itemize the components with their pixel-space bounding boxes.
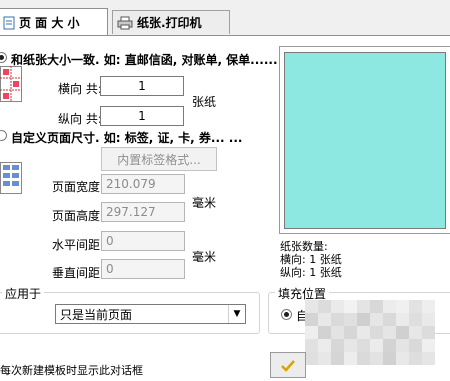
chevron-down-icon[interactable]: ▼	[228, 305, 245, 323]
page-preview	[284, 52, 446, 229]
page-width-input[interactable]: 210.079	[101, 174, 185, 194]
sheet-count-vertical: 纵向: 1 张纸	[280, 266, 342, 279]
tab-label: 页 面 大 小	[19, 16, 80, 30]
pixelated-region	[305, 300, 435, 365]
grid-layout-icon	[0, 66, 22, 102]
builtin-label-format-button[interactable]: 内置标签格式...	[101, 147, 217, 171]
apply-to-select[interactable]: 只是当前页面 ▼	[55, 304, 246, 324]
page-width-label: 页面宽度:	[52, 180, 105, 194]
option-same-label: 和纸张大小一致. 如: 直邮信函, 对账单, 保单......	[11, 53, 278, 67]
page-height-input[interactable]: 297.127	[101, 202, 185, 222]
tab-page-size[interactable]: 页 面 大 小	[0, 8, 108, 36]
show-dialog-checkbox-label[interactable]: 每次新建模板时显示此对话框	[0, 362, 143, 378]
label-sheet-icon	[0, 162, 22, 194]
horizontal-gap-input[interactable]: 0	[101, 231, 185, 251]
checkmark-icon	[281, 360, 295, 372]
horizontal-count-label: 横向 共:	[58, 82, 102, 96]
tab-paper-printer[interactable]: 纸张.打印机	[112, 10, 230, 34]
sheet-unit-label: 张纸	[192, 95, 217, 109]
tab-bar: 页 面 大 小 纸张.打印机	[0, 0, 450, 36]
apply-to-selected: 只是当前页面	[60, 307, 133, 322]
apply-to-legend: 应用于	[2, 285, 45, 302]
gap-unit-label: 毫米	[192, 250, 217, 264]
option-custom-label: 自定义页面尺寸. 如: 标签, 证, 卡, 券... ...	[11, 131, 243, 145]
horizontal-gap-label: 水平间距:	[52, 238, 105, 252]
printer-icon	[117, 16, 133, 29]
vertical-gap-input[interactable]: 0	[101, 259, 185, 279]
page-icon	[3, 16, 15, 29]
horizontal-count-input[interactable]: 1	[100, 76, 184, 96]
fill-position-radio[interactable]	[281, 309, 292, 320]
tab-label: 纸张.打印机	[137, 16, 202, 30]
vertical-gap-label: 垂直间距:	[52, 266, 105, 280]
page-height-label: 页面高度:	[52, 209, 105, 223]
ok-button[interactable]	[270, 352, 306, 378]
vertical-count-label: 纵向 共:	[58, 112, 102, 126]
size-unit-label: 毫米	[192, 196, 217, 210]
vertical-count-input[interactable]: 1	[100, 106, 184, 126]
